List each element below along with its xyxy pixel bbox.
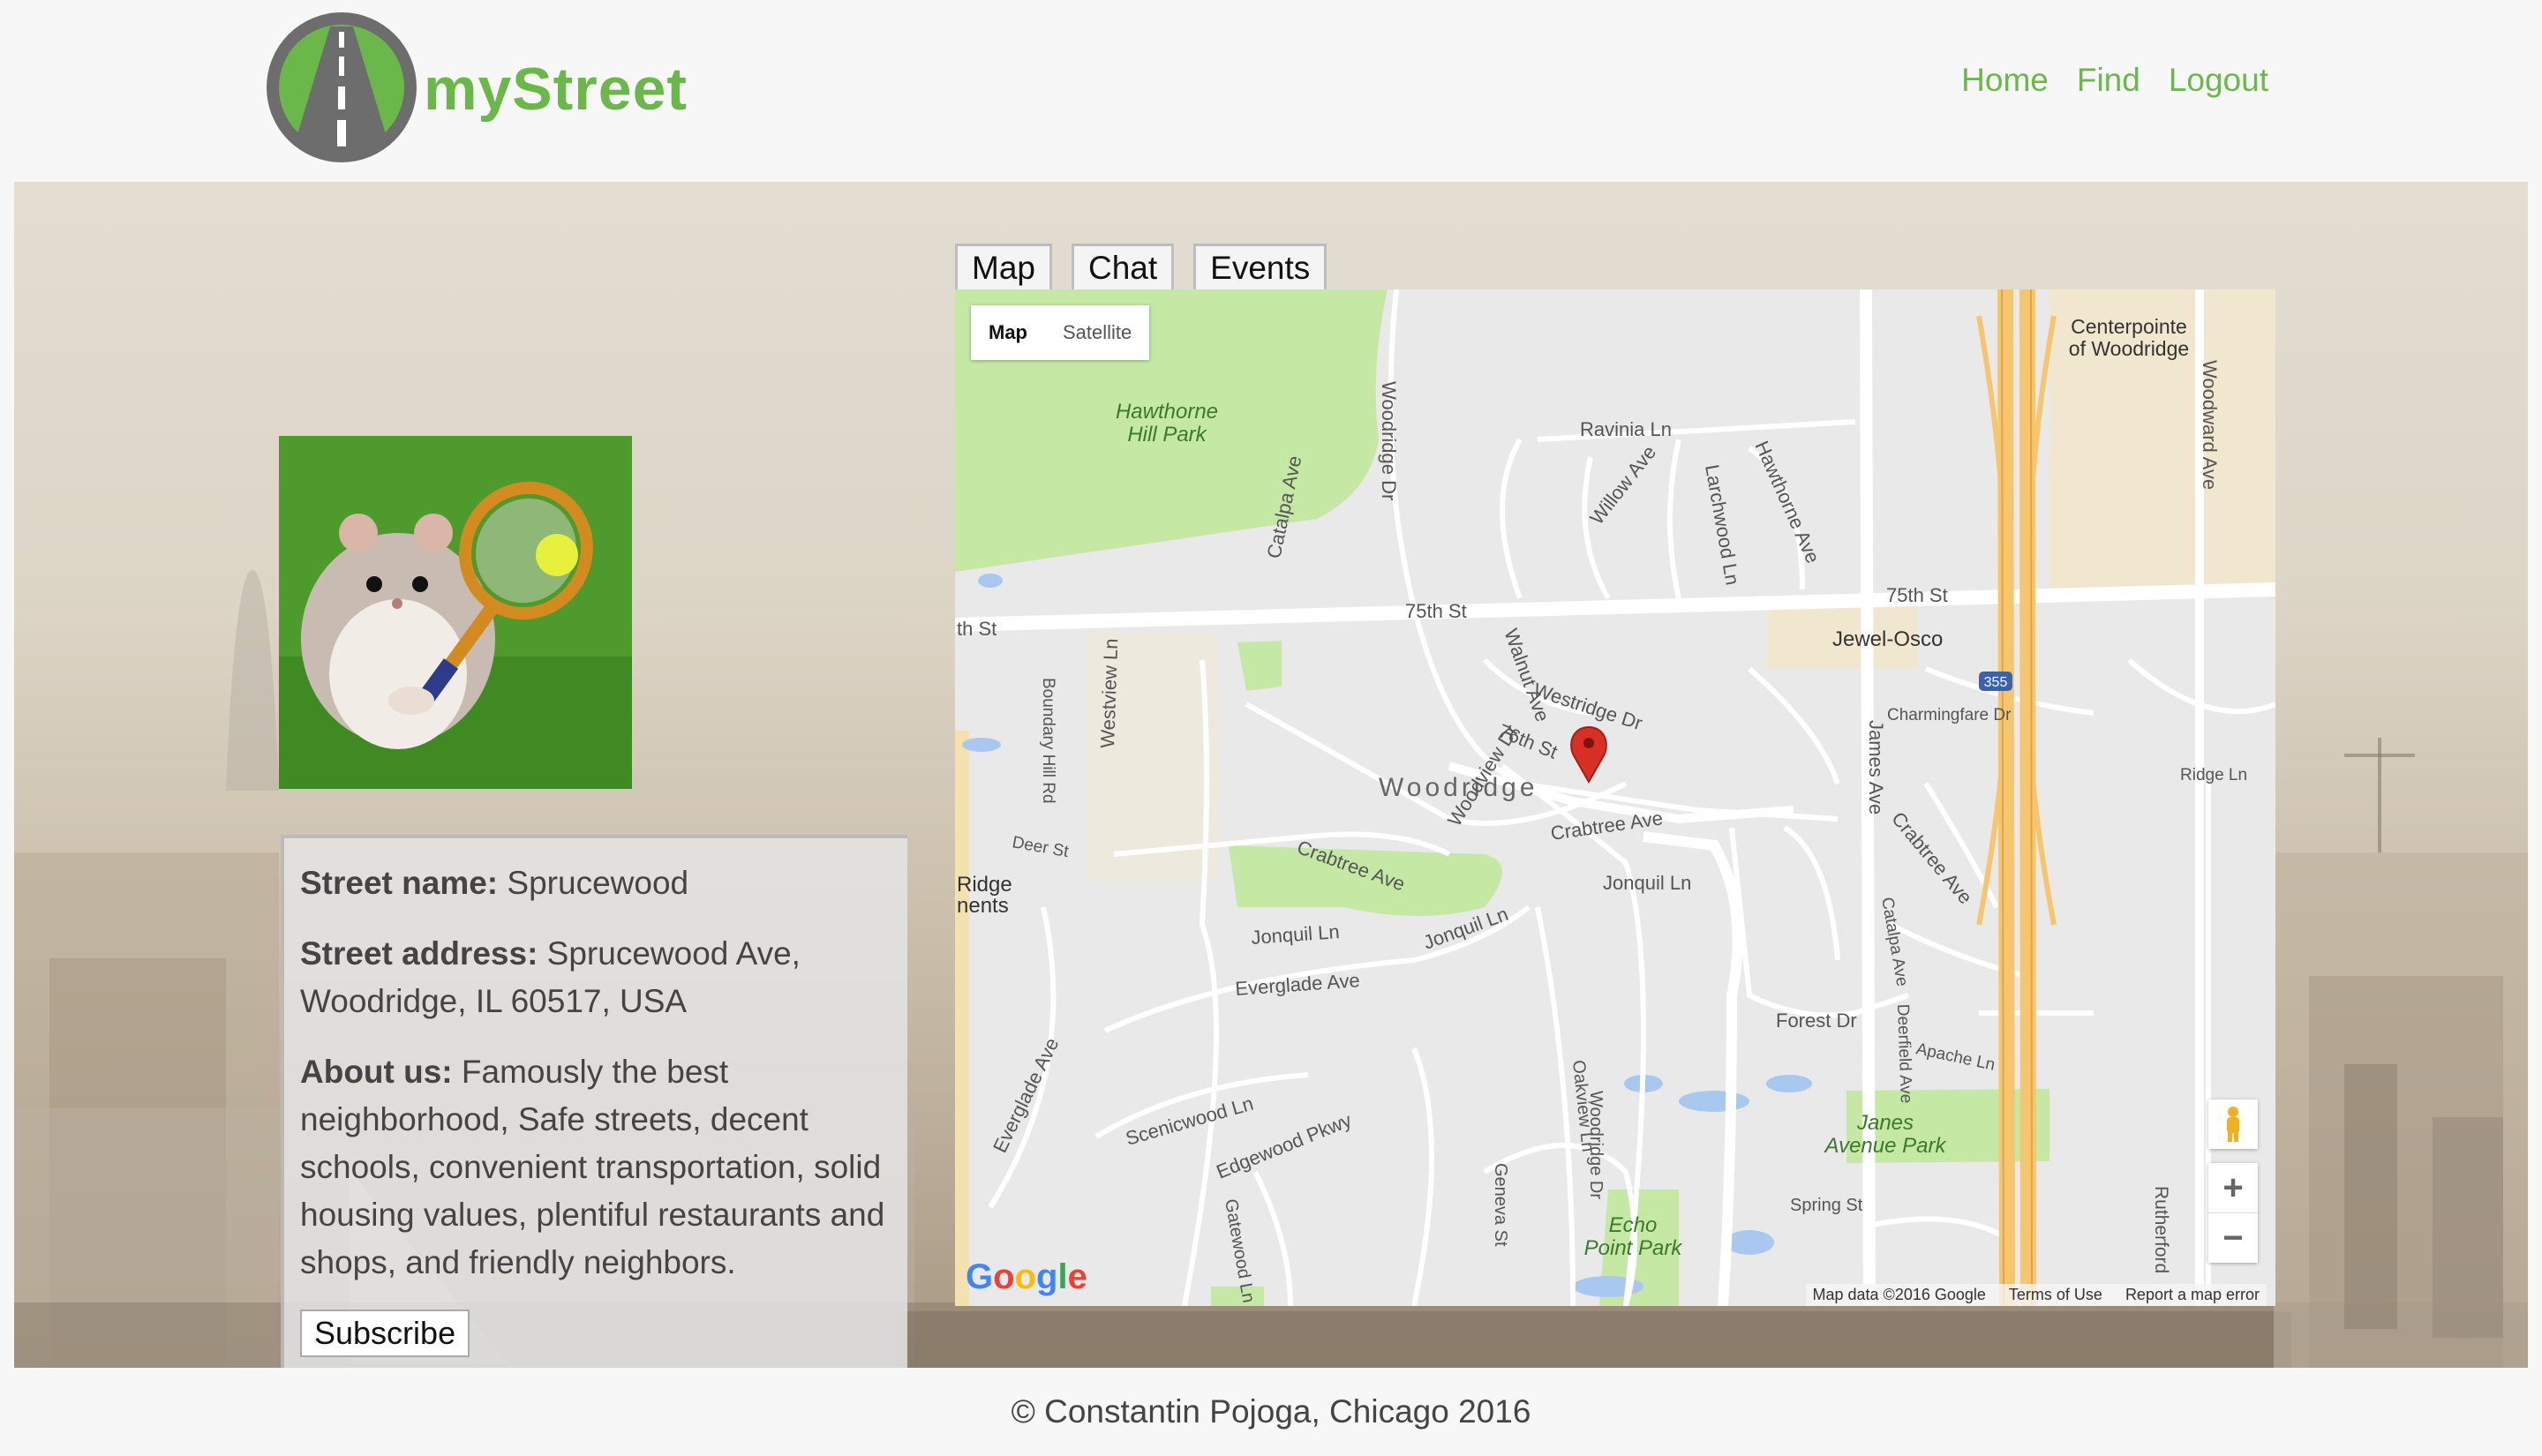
map-report-link[interactable]: Report a map error	[2125, 1286, 2260, 1304]
zoom-in-button[interactable]: +	[2208, 1163, 2258, 1212]
site-header: myStreet Home Find Logout	[0, 0, 2542, 182]
nav-find-link[interactable]: Find	[2077, 62, 2140, 99]
map-label-hawthorne-2: Hill Park	[1127, 423, 1207, 447]
street-name-row: Street name: Sprucewood	[300, 859, 891, 907]
map-label-th-st: th St	[957, 618, 996, 640]
map-label-ravinia: Ravinia Ln	[1580, 418, 1672, 440]
map-label-jewel-osco: Jewel-Osco	[1832, 627, 1943, 651]
about-row: About us: Famously the best neighborhood…	[300, 1048, 891, 1287]
map-label-james-ave: James Ave	[1865, 720, 1887, 814]
subscribe-button[interactable]: Subscribe	[300, 1310, 470, 1357]
map-label-deerfield: Deerfield Ave	[1893, 1003, 1915, 1103]
map-label-ridge-2: nents	[957, 894, 1009, 918]
map-label-centerpointe-1: Centerpointe	[2071, 315, 2187, 338]
map-label-echo-1: Echo	[1609, 1213, 1658, 1237]
map-label-woodward: Woodward Ave	[2199, 360, 2221, 490]
map-label-75th-st: 75th St	[1405, 600, 1467, 622]
street-address-label: Street address:	[300, 935, 538, 972]
map-type-satellite-button[interactable]: Satellite	[1045, 305, 1149, 360]
google-logo[interactable]: Google	[966, 1257, 1087, 1297]
map-label-janes-2: Avenue Park	[1824, 1134, 1948, 1158]
zoom-control: + −	[2208, 1163, 2258, 1263]
profile-avatar-image	[279, 436, 632, 789]
site-footer: © Constantin Pojoga, Chicago 2016	[0, 1368, 2542, 1444]
road-logo-icon[interactable]	[263, 9, 420, 166]
map-label-echo-2: Point Park	[1584, 1236, 1684, 1260]
hamster-tennis-image	[279, 436, 632, 789]
map-label-janes-1: Janes	[1856, 1111, 1914, 1135]
street-map[interactable]: 355 Hawthorne Hill Park Woodridge Center…	[955, 289, 2275, 1306]
brand-name[interactable]: myStreet	[424, 55, 688, 124]
street-address-row: Street address: Sprucewood Ave, Woodridg…	[300, 930, 891, 1025]
street-name-label: Street name:	[300, 865, 499, 901]
copyright-text: © Constantin Pojoga, Chicago 2016	[1011, 1393, 1531, 1430]
map-label-rutherford: Rutherford	[2151, 1186, 2171, 1273]
about-label: About us:	[300, 1054, 453, 1090]
map-label-woodridge-dr-south: Woodridge Dr	[1586, 1091, 1606, 1199]
content-tabs: Map Chat Events	[955, 244, 1327, 293]
map-attribution: Map data ©2016 Google	[1812, 1286, 1986, 1303]
pegman-icon[interactable]	[2208, 1100, 2258, 1149]
map-label-woodridge-dr: Woodridge Dr	[1378, 381, 1400, 500]
map-label-geneva: Geneva St	[1491, 1163, 1510, 1247]
street-view-icon	[2227, 1107, 2239, 1142]
map-type-control: Map Satellite	[971, 305, 1150, 360]
street-name-value: Sprucewood	[507, 865, 689, 901]
map-label-ridge-1: Ridge	[957, 873, 1012, 897]
map-label-ridge-ln: Ridge Ln	[2180, 766, 2247, 784]
main-nav: Home Find Logout	[1961, 62, 2268, 99]
map-label-75th-st-east: 75th St	[1886, 584, 1948, 606]
tab-events[interactable]: Events	[1193, 244, 1327, 293]
map-terms-link[interactable]: Terms of Use	[2009, 1286, 2102, 1304]
map-canvas[interactable]: 355 Hawthorne Hill Park Woodridge Center…	[955, 289, 2275, 1306]
map-label-westview: Westview Ln	[1096, 638, 1122, 748]
map-attribution-bar: Map data ©2016 Google Terms of Use Repor…	[1805, 1284, 2267, 1306]
i355-shield-label: 355	[1984, 675, 2008, 690]
street-info-card: Street name: Sprucewood Street address: …	[281, 835, 907, 1368]
map-label-spring: Spring St	[1790, 1196, 1863, 1215]
tab-map[interactable]: Map	[955, 244, 1052, 293]
zoom-out-button[interactable]: −	[2208, 1213, 2258, 1263]
map-label-hawthorne-1: Hawthorne	[1116, 400, 1218, 424]
map-type-map-button[interactable]: Map	[971, 305, 1045, 360]
map-label-boundary: Boundary Hill Rd	[1039, 678, 1057, 804]
map-label-jonquil: Jonquil Ln	[1603, 872, 1691, 894]
map-label-centerpointe-2: of Woodridge	[2069, 337, 2189, 360]
map-label-charmingfare: Charmingfare Dr	[1887, 706, 2012, 724]
nav-logout-link[interactable]: Logout	[2169, 62, 2268, 99]
tab-chat[interactable]: Chat	[1071, 244, 1175, 293]
map-label-forest: Forest Dr	[1776, 1009, 1857, 1032]
nav-home-link[interactable]: Home	[1961, 62, 2049, 99]
